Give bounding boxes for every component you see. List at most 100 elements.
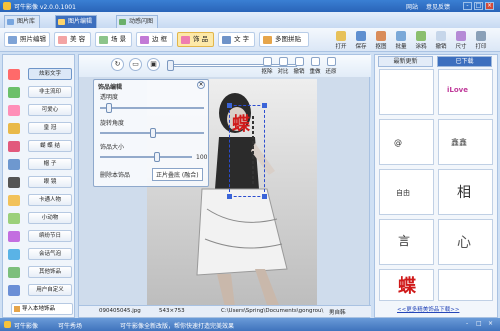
opacity-slider-knob[interactable] (106, 103, 112, 113)
cutout-icon (376, 31, 386, 41)
website-link[interactable]: 网站 (406, 2, 418, 11)
resize-handle[interactable] (227, 194, 232, 199)
erase-icon (262, 57, 272, 66)
sticker-selection[interactable]: 蝶 (227, 103, 267, 199)
zoom-slider-knob[interactable] (167, 60, 174, 71)
tab-edit[interactable]: 图片编辑 (55, 15, 98, 28)
sticker-text: 蝶 (232, 114, 250, 135)
print-button[interactable]: 打印 (472, 30, 490, 52)
nonmainstream-icon (8, 87, 20, 98)
decoration-thumb[interactable] (438, 269, 493, 301)
decoration-thumb[interactable]: 言 (379, 219, 434, 265)
category-cartoon[interactable]: 卡通人物 (6, 193, 72, 208)
glasses-icon (8, 177, 20, 188)
image-status-bar: 090405045.jpg 543×753 C:\Users\Spring\Do… (79, 305, 371, 317)
canvas-redo-button[interactable]: 重做 (307, 57, 323, 75)
tray-close-icon[interactable]: × (488, 320, 493, 327)
size-button[interactable]: 尺寸 (452, 30, 470, 52)
decoration-gallery: 最新更新 已下载 iLove @ 鑫鑫 自由 相 言 心 蝶 <<更多精美饰品下… (374, 54, 498, 318)
panel-close-icon[interactable]: × (197, 81, 205, 89)
tab-downloaded[interactable]: 已下载 (437, 56, 492, 67)
scene-button[interactable]: 场 景 (95, 32, 132, 47)
undo-button[interactable]: 撤销 (432, 30, 450, 52)
maximize-icon[interactable]: □ (474, 2, 483, 10)
hat-icon (8, 159, 20, 170)
erase-button[interactable]: 抠除 (259, 57, 275, 75)
frame-button[interactable]: 边 框 (136, 32, 173, 47)
collage-button[interactable]: 多图拼贴 (259, 32, 309, 47)
opacity-slider[interactable] (100, 107, 204, 109)
decoration-thumb[interactable] (379, 69, 434, 115)
bubble-icon (8, 249, 20, 260)
tab-animation[interactable]: 动感闪图 (116, 15, 159, 28)
app-name-link[interactable]: 可牛影像 (14, 321, 38, 330)
status-extra: 男自韩 (329, 310, 346, 316)
category-custom[interactable]: 用户自定义 (6, 283, 72, 298)
beauty-button[interactable]: 美 容 (54, 32, 91, 47)
crown-icon (8, 123, 20, 134)
multiply-blend-button[interactable]: 正片叠底 (融合) (152, 168, 203, 181)
rotate-icon[interactable]: ↻ (111, 58, 124, 71)
file-name: 090405045.jpg (99, 308, 141, 314)
photo-edit-icon (8, 36, 17, 44)
restore-button[interactable]: 还原 (323, 57, 339, 75)
resize-handle[interactable] (262, 103, 267, 108)
category-colorful-text[interactable]: 炫彩文字 (6, 67, 72, 82)
photo-edit-button[interactable]: 照片编辑 (4, 32, 50, 47)
decoration-thumb[interactable]: 自由 (379, 169, 434, 215)
category-festival[interactable]: 缤纷节日 (6, 229, 72, 244)
app-logo-icon (3, 2, 11, 10)
text-icon (8, 69, 20, 80)
rotate-slider-knob[interactable] (150, 128, 156, 138)
more-decorations-link[interactable]: <<更多精美饰品下载>> (397, 305, 459, 313)
doodle-button[interactable]: 涂鸦 (412, 30, 430, 52)
category-nonmainstream[interactable]: 非主流印 (6, 85, 72, 100)
compare-button[interactable]: 对比 (275, 57, 291, 75)
title-bar: 可牛影像 v2.0.0.1001 网站 意见反馈 - □ × (0, 0, 500, 12)
status-message: 可牛影像全新改版，帮你快速打造完美效果 (120, 323, 235, 330)
resize-handle[interactable] (227, 103, 232, 108)
category-hat[interactable]: 帽 子 (6, 157, 72, 172)
batch-icon (396, 31, 406, 41)
size-slider[interactable] (100, 156, 192, 158)
decoration-thumb[interactable]: iLove (438, 69, 493, 115)
fit-icon[interactable]: ▭ (129, 58, 142, 71)
decoration-thumb[interactable]: @ (379, 119, 434, 165)
doodle-icon (416, 31, 426, 41)
resize-handle[interactable] (262, 194, 267, 199)
category-crown[interactable]: 皇 冠 (6, 121, 72, 136)
library-icon (7, 19, 14, 25)
decoration-thumb[interactable]: 相 (438, 169, 493, 215)
save-button[interactable]: 保存 (352, 30, 370, 52)
tab-latest[interactable]: 最新更新 (378, 56, 433, 67)
cutout-button[interactable]: 抠图 (372, 30, 390, 52)
decoration-thumb[interactable]: 鑫鑫 (438, 119, 493, 165)
print-icon (476, 31, 486, 41)
batch-button[interactable]: 批量 (392, 30, 410, 52)
collage-icon (263, 36, 272, 44)
decoration-thumb[interactable]: 蝶 (379, 269, 434, 301)
size-slider-knob[interactable] (154, 152, 160, 162)
category-bow[interactable]: 蝴 蝶 结 (6, 139, 72, 154)
canvas-undo-button[interactable]: 撤销 (291, 57, 307, 75)
tab-library[interactable]: 图片库 (4, 15, 41, 28)
open-button[interactable]: 打开 (332, 30, 350, 52)
category-animal[interactable]: 小动物 (6, 211, 72, 226)
category-bubble[interactable]: 会话气泡 (6, 247, 72, 262)
tray-minimize-icon[interactable]: - (466, 320, 468, 327)
category-other[interactable]: 其他饰品 (6, 265, 72, 280)
showcase-link[interactable]: 可牛秀场 (58, 321, 82, 330)
text-button[interactable]: 文 字 (218, 32, 255, 47)
decoration-button[interactable]: 饰 品 (177, 32, 214, 47)
close-icon[interactable]: × (485, 2, 494, 10)
minimize-icon[interactable]: - (463, 2, 472, 10)
category-heart[interactable]: 可爱心 (6, 103, 72, 118)
tray-restore-icon[interactable]: □ (476, 320, 482, 327)
category-glasses[interactable]: 眼 镜 (6, 175, 72, 190)
decoration-thumb[interactable]: 心 (438, 219, 493, 265)
actual-size-icon[interactable]: ▣ (147, 58, 160, 71)
feedback-link[interactable]: 意见反馈 (426, 2, 450, 11)
import-local-button[interactable]: 导入本地饰品 (11, 303, 73, 315)
delete-decoration-button[interactable]: 删除本饰品 (100, 170, 130, 179)
star-icon (8, 285, 20, 296)
